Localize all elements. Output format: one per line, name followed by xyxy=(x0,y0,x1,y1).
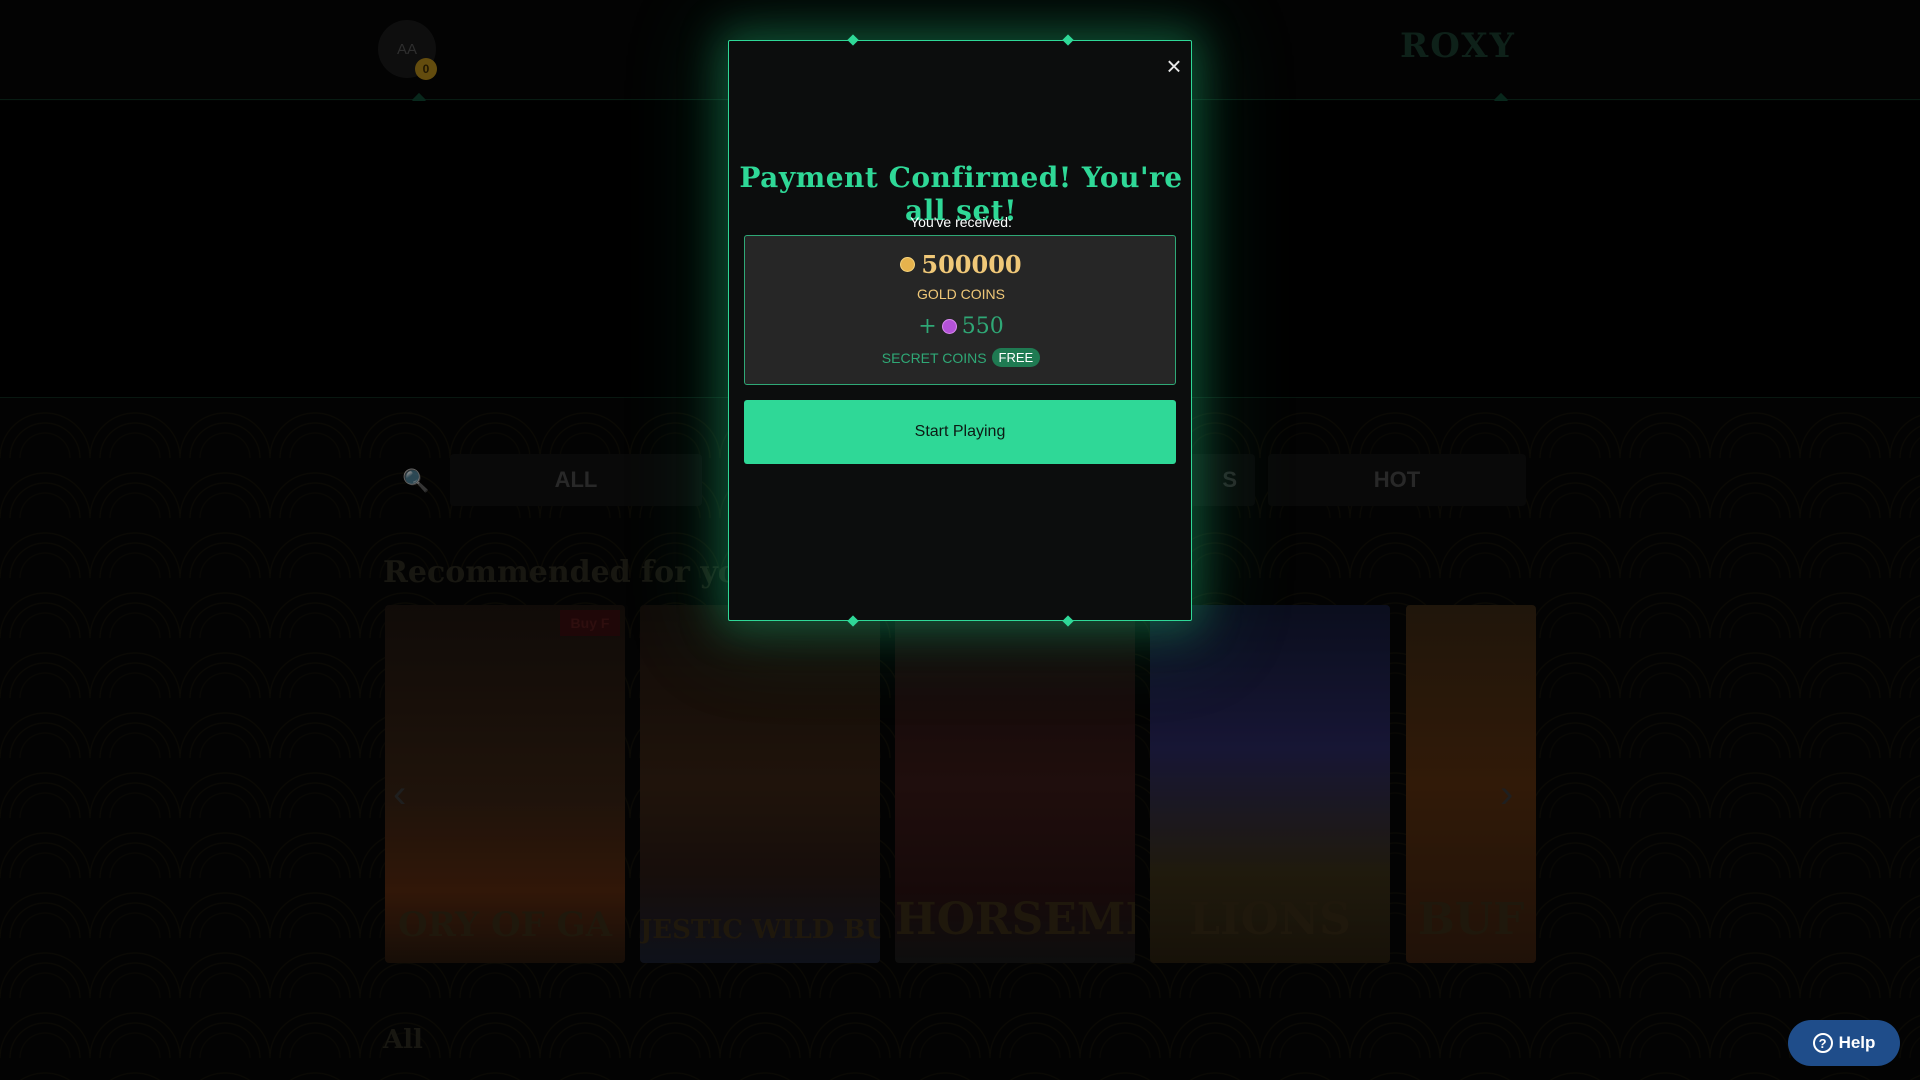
gold-coins-label: GOLD COINS xyxy=(917,286,1005,302)
free-badge: FREE xyxy=(991,348,1041,367)
help-button[interactable]: ? Help xyxy=(1788,1020,1900,1066)
start-playing-button[interactable]: Start Playing xyxy=(744,400,1176,464)
secret-coins-amount: 550 xyxy=(961,314,1004,339)
secret-coins-label: SECRET COINS xyxy=(881,349,987,366)
secret-coins-label-row: SECRET COINS FREE xyxy=(745,348,1177,367)
reward-box: 500000 GOLD COINS + 550 SECRET COINS FRE… xyxy=(744,235,1176,385)
help-icon: ? xyxy=(1812,1033,1833,1053)
received-label: You've received: xyxy=(910,214,1012,230)
gold-coins-row: 500000 xyxy=(745,250,1177,279)
secret-coins-row: + 550 xyxy=(745,314,1177,339)
plus-sign: + xyxy=(918,314,937,339)
page: AA 0 ROXY 🔍 ALL S HOT Recommended for yo… xyxy=(0,0,1920,1080)
help-label: Help xyxy=(1838,1033,1876,1052)
payment-confirmed-modal: × Payment Confirmed! You're all set! You… xyxy=(728,34,1192,627)
close-icon[interactable]: × xyxy=(1159,51,1189,81)
secret-coin-icon xyxy=(941,319,957,334)
gold-coin-icon xyxy=(900,257,916,272)
gold-coins-amount: 500000 xyxy=(921,250,1022,279)
